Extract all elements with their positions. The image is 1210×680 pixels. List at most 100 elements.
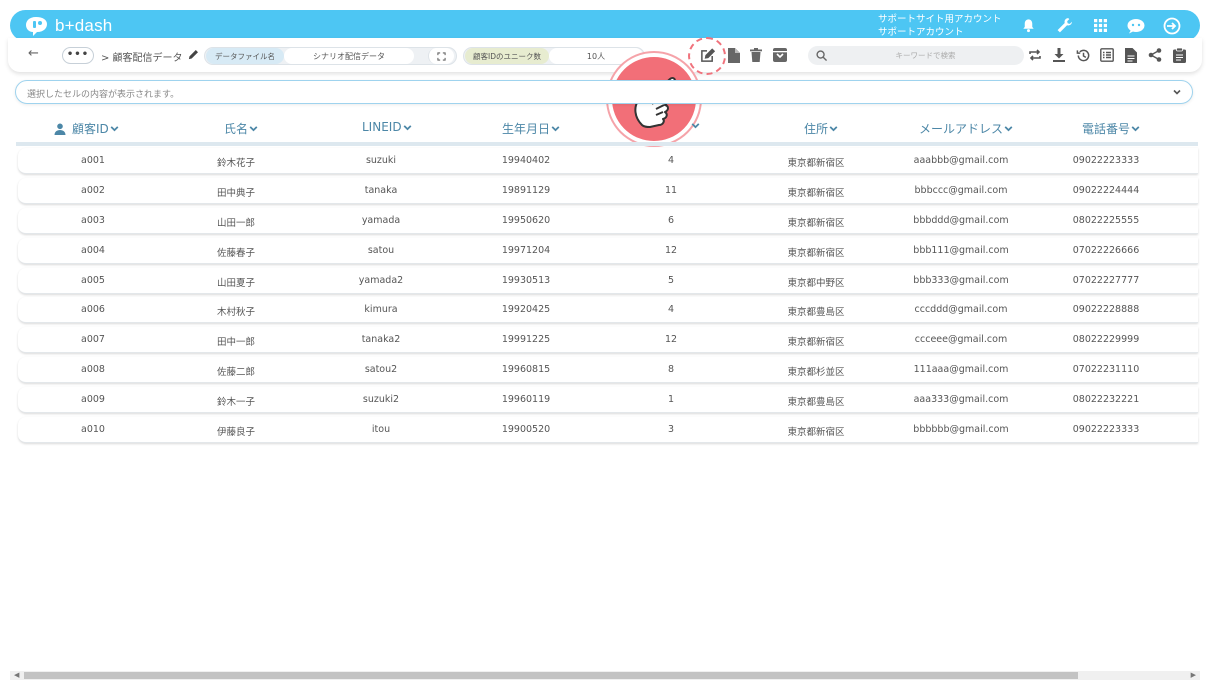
column-header-email[interactable]: メールアドレス (919, 120, 1014, 137)
wrench-icon[interactable] (1046, 10, 1082, 41)
column-header-name[interactable]: 氏名 (224, 120, 259, 137)
list-icon[interactable] (1099, 47, 1115, 63)
cell-email[interactable]: aaa333@gmail.com (914, 394, 1009, 405)
cell-phone[interactable]: 09022224444 (1073, 185, 1140, 196)
cell-name[interactable]: 鈴木一子 (217, 394, 255, 408)
cell-address[interactable]: 東京都新宿区 (787, 245, 844, 259)
cell-lineid[interactable]: satou (368, 245, 394, 256)
cell-count[interactable]: 12 (665, 245, 677, 256)
cell-customer-id[interactable]: a010 (81, 424, 105, 435)
cell-customer-id[interactable]: a008 (81, 364, 105, 375)
cell-lineid[interactable]: suzuki (366, 155, 396, 166)
column-header-lineid[interactable]: LINEID (362, 120, 413, 134)
logo[interactable]: b+dash (24, 15, 112, 37)
download-icon[interactable] (1051, 47, 1067, 63)
share-icon[interactable] (1147, 47, 1163, 63)
rename-pencil-icon[interactable] (188, 49, 199, 60)
column-header-address[interactable]: 住所 (804, 120, 839, 137)
cell-email[interactable]: aaabbb@gmail.com (914, 155, 1009, 166)
cell-email[interactable]: bbbddd@gmail.com (913, 215, 1008, 226)
cell-customer-id[interactable]: a007 (81, 334, 105, 345)
cell-customer-id[interactable]: a004 (81, 245, 105, 256)
table-row[interactable]: a005 山田夏子 yamada2 19930513 5 東京都中野区 bbb3… (18, 268, 1198, 294)
cell-count[interactable]: 11 (665, 185, 677, 196)
scroll-left-icon[interactable]: ◀ (14, 671, 19, 680)
cell-phone[interactable]: 08022232221 (1073, 394, 1140, 405)
cell-name[interactable]: 田中一郎 (217, 334, 255, 348)
clipboard-icon[interactable] (1171, 47, 1187, 63)
table-row[interactable]: a009 鈴木一子 suzuki2 19960119 1 東京都豊島区 aaa3… (18, 387, 1198, 413)
cell-phone[interactable]: 09022228888 (1073, 304, 1140, 315)
bell-icon[interactable] (1010, 10, 1046, 41)
cell-customer-id[interactable]: a009 (81, 394, 105, 405)
column-header-hidden[interactable] (690, 120, 701, 131)
archive-icon[interactable] (772, 47, 788, 63)
account-info[interactable]: サポートサイト用アカウント サポートアカウント (878, 13, 1002, 39)
cell-phone[interactable]: 09022223333 (1073, 155, 1140, 166)
cell-lineid[interactable]: satou2 (365, 364, 397, 375)
scrollbar-thumb[interactable] (24, 672, 1078, 679)
grid-icon[interactable] (1082, 10, 1118, 41)
cell-address[interactable]: 東京都中野区 (787, 275, 844, 289)
table-row[interactable]: a010 伊藤良子 itou 19900520 3 東京都新宿区 bbbbbb@… (18, 417, 1198, 443)
table-row[interactable]: a003 山田一郎 yamada 19950620 6 東京都新宿区 bbbdd… (18, 208, 1198, 234)
scroll-right-icon[interactable]: ▶ (1191, 671, 1196, 680)
cell-lineid[interactable]: yamada2 (359, 275, 403, 286)
cell-lineid[interactable]: suzuki2 (363, 394, 399, 405)
cell-birthdate[interactable]: 19930513 (502, 275, 550, 286)
cell-address[interactable]: 東京都新宿区 (787, 424, 844, 438)
chat-bot-icon[interactable] (1118, 10, 1154, 41)
cell-count[interactable]: 12 (665, 334, 677, 345)
cell-address[interactable]: 東京都杉並区 (787, 364, 844, 378)
cell-email[interactable]: ccceee@gmail.com (915, 334, 1007, 345)
cell-email[interactable]: bbbccc@gmail.com (915, 185, 1008, 196)
cell-phone[interactable]: 09022223333 (1073, 424, 1140, 435)
cell-count[interactable]: 1 (668, 394, 674, 405)
column-header-customer-id[interactable]: 顧客ID (54, 120, 120, 137)
logout-icon[interactable] (1154, 10, 1190, 41)
cell-count[interactable]: 4 (668, 304, 674, 315)
back-arrow-icon[interactable]: ← (28, 46, 39, 61)
table-row[interactable]: a004 佐藤春子 satou 19971204 12 東京都新宿区 bbb11… (18, 238, 1198, 264)
cell-phone[interactable]: 08022225555 (1073, 215, 1140, 226)
cell-name[interactable]: 伊藤良子 (217, 424, 255, 438)
cell-email[interactable]: bbb111@gmail.com (913, 245, 1008, 256)
cell-lineid[interactable]: tanaka2 (362, 334, 401, 345)
cell-birthdate[interactable]: 19891129 (502, 185, 550, 196)
cell-email[interactable]: bbb333@gmail.com (913, 275, 1008, 286)
cell-name[interactable]: 鈴木花子 (217, 155, 255, 169)
cell-name[interactable]: 佐藤春子 (217, 245, 255, 259)
cell-email[interactable]: 111aaa@gmail.com (914, 364, 1009, 375)
column-header-phone[interactable]: 電話番号 (1082, 120, 1141, 137)
cell-name[interactable]: 山田夏子 (217, 275, 255, 289)
column-header-birthdate[interactable]: 生年月日 (502, 120, 561, 137)
cell-birthdate[interactable]: 19940402 (502, 155, 550, 166)
search-input[interactable] (827, 51, 1024, 60)
cell-count[interactable]: 5 (668, 275, 674, 286)
cell-phone[interactable]: 08022229999 (1073, 334, 1140, 345)
cell-name[interactable]: 木村秋子 (217, 304, 255, 318)
cell-content-bar[interactable]: 選択したセルの内容が表示されます。 (15, 80, 1193, 104)
cell-address[interactable]: 東京都新宿区 (787, 215, 844, 229)
cell-customer-id[interactable]: a006 (81, 304, 105, 315)
cell-email[interactable]: bbbbbb@gmail.com (913, 424, 1008, 435)
cell-birthdate[interactable]: 19991225 (502, 334, 550, 345)
cell-birthdate[interactable]: 19950620 (502, 215, 550, 226)
cell-address[interactable]: 東京都豊島区 (787, 304, 844, 318)
cell-count[interactable]: 6 (668, 215, 674, 226)
cell-email[interactable]: cccddd@gmail.com (915, 304, 1008, 315)
table-row[interactable]: a001 鈴木花子 suzuki 19940402 4 東京都新宿区 aaabb… (18, 148, 1198, 174)
cell-lineid[interactable]: itou (372, 424, 390, 435)
cell-birthdate[interactable]: 19900520 (502, 424, 550, 435)
expand-icon[interactable] (428, 48, 454, 64)
cell-count[interactable]: 4 (668, 155, 674, 166)
cell-customer-id[interactable]: a001 (81, 155, 105, 166)
cell-customer-id[interactable]: a003 (81, 215, 105, 226)
history-icon[interactable] (1075, 47, 1091, 63)
cell-phone[interactable]: 07022227777 (1073, 275, 1140, 286)
cell-phone[interactable]: 07022231110 (1073, 364, 1140, 375)
cell-lineid[interactable]: tanaka (365, 185, 398, 196)
cell-name[interactable]: 山田一郎 (217, 215, 255, 229)
cell-customer-id[interactable]: a005 (81, 275, 105, 286)
cell-birthdate[interactable]: 19920425 (502, 304, 550, 315)
